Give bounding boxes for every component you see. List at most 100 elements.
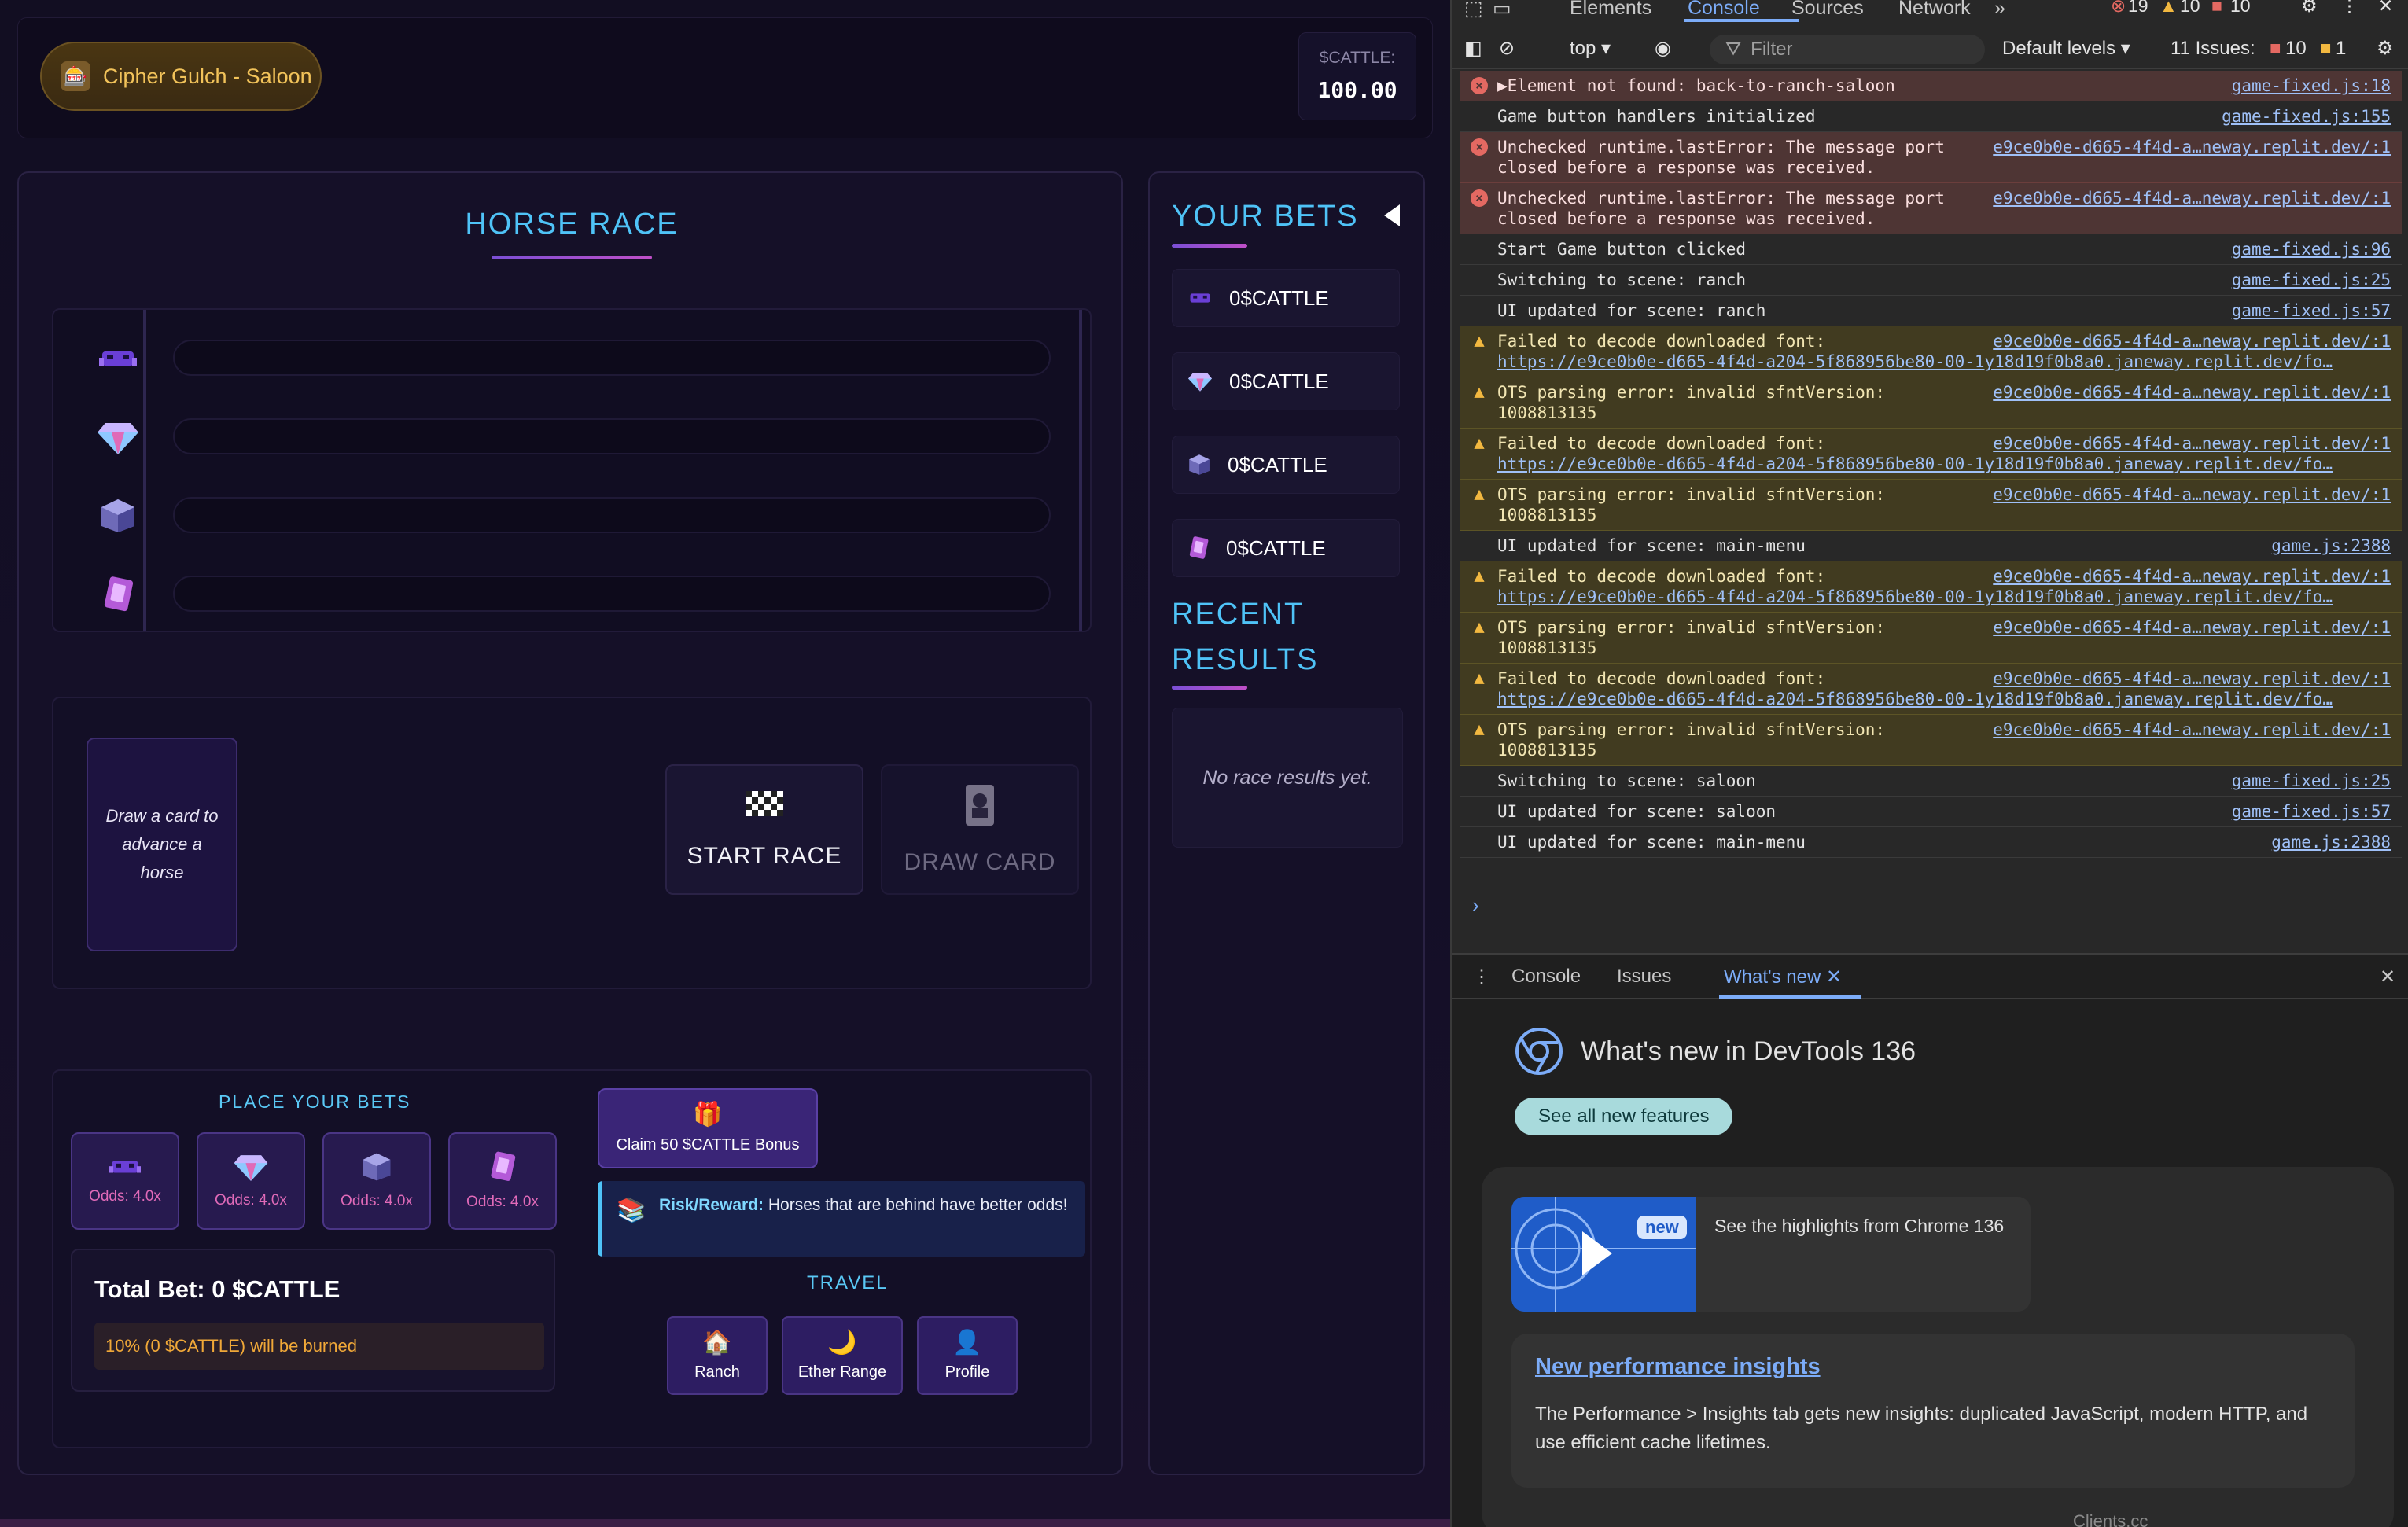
- drawer-tab-console[interactable]: Console: [1511, 966, 1581, 988]
- log-source-link[interactable]: e9ce0b0e-d665-4f4d-a…neway.replit.dev/:1: [1993, 566, 2391, 587]
- close-drawer-icon[interactable]: ✕: [2380, 966, 2395, 988]
- bet-horse-2-button[interactable]: Odds: 4.0x: [197, 1132, 305, 1230]
- log-source-link[interactable]: game-fixed.js:96: [2232, 239, 2391, 259]
- bet-horse-1-button[interactable]: Odds: 4.0x: [71, 1132, 179, 1230]
- performance-insights-link[interactable]: New performance insights: [1535, 1354, 2331, 1380]
- console-info-row[interactable]: Start Game button clicked game-fixed.js:9…: [1460, 234, 2402, 265]
- more-tabs-icon[interactable]: »: [1994, 0, 2005, 20]
- log-source-link[interactable]: e9ce0b0e-d665-4f4d-a…neway.replit.dev/:1: [1993, 382, 2391, 403]
- console-info-row[interactable]: UI updated for scene: main-menu game.js:2…: [1460, 531, 2402, 561]
- log-source-link[interactable]: game-fixed.js:57: [2232, 300, 2391, 321]
- more-options-icon[interactable]: ⋮: [2340, 0, 2358, 17]
- highlights-card[interactable]: new See the highlights from Chrome 136: [1511, 1197, 2031, 1312]
- console-info-row[interactable]: Game button handlers initialized game-fix…: [1460, 101, 2402, 132]
- console-warn-row[interactable]: ▲ OTS parsing error: invalid sfntVersion:…: [1460, 377, 2402, 429]
- warning-count[interactable]: 10: [2180, 0, 2200, 17]
- log-source-link[interactable]: e9ce0b0e-d665-4f4d-a…neway.replit.dev/:1: [1993, 188, 2391, 208]
- recent-results-underline: [1172, 686, 1247, 690]
- console-info-row[interactable]: Switching to scene: saloon game-fixed.js:…: [1460, 766, 2402, 797]
- live-expression-eye-icon[interactable]: ◉: [1655, 37, 1671, 60]
- console-warn-row[interactable]: ▲ Failed to decode downloaded font: https:…: [1460, 664, 2402, 715]
- race-title: HORSE RACE: [465, 208, 679, 241]
- collapse-panel-icon[interactable]: [1384, 204, 1400, 226]
- warning-icon: ▲: [1474, 566, 1485, 586]
- close-tab-icon[interactable]: ✕: [1826, 966, 1842, 988]
- console-warn-row[interactable]: ▲ Failed to decode downloaded font: https:…: [1460, 326, 2402, 377]
- start-race-button[interactable]: START RACE: [665, 764, 863, 895]
- log-source-link[interactable]: game-fixed.js:18: [2232, 75, 2391, 96]
- console-warn-row[interactable]: ▲ Failed to decode downloaded font: https:…: [1460, 429, 2402, 480]
- your-bet-horse-2: 0$CATTLE: [1172, 352, 1400, 410]
- bet-horse-4-button[interactable]: Odds: 4.0x: [448, 1132, 557, 1230]
- log-source-link[interactable]: e9ce0b0e-d665-4f4d-a…neway.replit.dev/:1: [1993, 668, 2391, 689]
- console-error-row[interactable]: × Unchecked runtime.lastError: The messag…: [1460, 132, 2402, 183]
- log-source-link[interactable]: e9ce0b0e-d665-4f4d-a…neway.replit.dev/:1: [1993, 137, 2391, 157]
- log-source-link[interactable]: game.js:2388: [2271, 535, 2391, 556]
- location-pill[interactable]: 🎰 Cipher Gulch - Saloon: [40, 42, 322, 111]
- console-info-row[interactable]: Switching to scene: ranch game-fixed.js:2…: [1460, 265, 2402, 296]
- travel-profile-button[interactable]: 👤 Profile: [917, 1316, 1018, 1395]
- tab-console[interactable]: Console: [1688, 0, 1760, 20]
- warning-icon: ▲: [1474, 617, 1485, 637]
- tab-elements[interactable]: Elements: [1570, 0, 1651, 20]
- claim-bonus-button[interactable]: 🎁 Claim 50 $CATTLE Bonus: [598, 1088, 818, 1168]
- settings-gear-icon[interactable]: ⚙: [2301, 0, 2318, 17]
- filter-input[interactable]: ⛛ Filter: [1710, 35, 1985, 64]
- log-url-link[interactable]: https://e9ce0b0e-d665-4f4d-a204-5f868956…: [1497, 587, 2391, 607]
- console-error-row[interactable]: × ▶Element not found: back-to-ranch-saloo…: [1460, 71, 2402, 101]
- video-thumbnail[interactable]: new: [1511, 1197, 1696, 1312]
- issues-warnings[interactable]: 1: [2336, 38, 2346, 60]
- see-all-features-button[interactable]: See all new features: [1515, 1098, 1733, 1135]
- error-count[interactable]: 19: [2128, 0, 2148, 17]
- log-source-link[interactable]: e9ce0b0e-d665-4f4d-a…neway.replit.dev/:1: [1993, 433, 2391, 454]
- console-info-row[interactable]: UI updated for scene: main-menu game.js:2…: [1460, 827, 2402, 858]
- console-error-row[interactable]: × Unchecked runtime.lastError: The messag…: [1460, 183, 2402, 234]
- log-levels-dropdown[interactable]: Default levels ▾: [2002, 37, 2130, 60]
- performance-insights-card: New performance insights The Performance…: [1511, 1334, 2355, 1488]
- sidebar-toggle-icon[interactable]: ◧: [1464, 37, 1482, 60]
- console-info-row[interactable]: UI updated for scene: ranch game-fixed.js…: [1460, 296, 2402, 326]
- console-prompt-icon[interactable]: ›: [1472, 893, 1479, 918]
- gem-icon: [98, 420, 138, 454]
- travel-ranch-label: Ranch: [694, 1363, 740, 1381]
- device-toolbar-icon[interactable]: ▭: [1493, 0, 1511, 20]
- context-selector[interactable]: top ▾: [1570, 37, 1611, 60]
- drawer-menu-icon[interactable]: ⋮: [1472, 966, 1491, 988]
- log-url-link[interactable]: https://e9ce0b0e-d665-4f4d-a204-5f868956…: [1497, 351, 2391, 372]
- issues-count[interactable]: 10: [2230, 0, 2251, 17]
- bet-amount: 0$CATTLE: [1229, 369, 1329, 393]
- log-source-link[interactable]: e9ce0b0e-d665-4f4d-a…neway.replit.dev/:1: [1993, 617, 2391, 638]
- clear-console-icon[interactable]: ⊘: [1499, 37, 1515, 60]
- log-source-link[interactable]: game-fixed.js:25: [2232, 771, 2391, 791]
- draw-card-button[interactable]: DRAW CARD: [881, 764, 1079, 895]
- issues-errors[interactable]: 10: [2285, 38, 2307, 60]
- console-warn-row[interactable]: ▲ Failed to decode downloaded font: https:…: [1460, 561, 2402, 613]
- console-warn-row[interactable]: ▲ OTS parsing error: invalid sfntVersion:…: [1460, 480, 2402, 531]
- log-source-link[interactable]: e9ce0b0e-d665-4f4d-a…neway.replit.dev/:1: [1993, 331, 2391, 351]
- drawer-tab-whats-new[interactable]: What's new ✕: [1724, 966, 1842, 988]
- log-url-link[interactable]: https://e9ce0b0e-d665-4f4d-a204-5f868956…: [1497, 454, 2391, 474]
- console-settings-gear-icon[interactable]: ⚙: [2377, 37, 2394, 60]
- travel-ranch-button[interactable]: 🏠 Ranch: [667, 1316, 768, 1395]
- log-source-link[interactable]: e9ce0b0e-d665-4f4d-a…neway.replit.dev/:1: [1993, 719, 2391, 740]
- log-source-link[interactable]: game-fixed.js:25: [2232, 270, 2391, 290]
- log-url-link[interactable]: https://e9ce0b0e-d665-4f4d-a204-5f868956…: [1497, 689, 2391, 709]
- bet-amount: 0$CATTLE: [1228, 452, 1327, 476]
- tab-network[interactable]: Network: [1898, 0, 1971, 20]
- inspect-element-icon[interactable]: ⬚: [1464, 0, 1483, 20]
- bet-horse-3-button[interactable]: Odds: 4.0x: [322, 1132, 431, 1230]
- console-warn-row[interactable]: ▲ OTS parsing error: invalid sfntVersion:…: [1460, 613, 2402, 664]
- close-devtools-icon[interactable]: ✕: [2378, 0, 2393, 17]
- log-source-link[interactable]: game-fixed.js:57: [2232, 801, 2391, 822]
- drawer-tab-issues[interactable]: Issues: [1617, 966, 1671, 988]
- tab-sources[interactable]: Sources: [1791, 0, 1864, 20]
- log-source-link[interactable]: game-fixed.js:155: [2222, 106, 2391, 127]
- issues-label[interactable]: 11 Issues:: [2171, 38, 2255, 60]
- console-warn-row[interactable]: ▲ OTS parsing error: invalid sfntVersion:…: [1460, 715, 2402, 766]
- log-source-link[interactable]: e9ce0b0e-d665-4f4d-a…neway.replit.dev/:1: [1993, 484, 2391, 505]
- checkered-flag-icon: [746, 791, 783, 816]
- travel-ether-range-button[interactable]: 🌙 Ether Range: [782, 1316, 903, 1395]
- log-source-link[interactable]: game.js:2388: [2271, 832, 2391, 852]
- console-info-row[interactable]: UI updated for scene: saloon game-fixed.j…: [1460, 797, 2402, 827]
- lane-track-4: [173, 576, 1051, 612]
